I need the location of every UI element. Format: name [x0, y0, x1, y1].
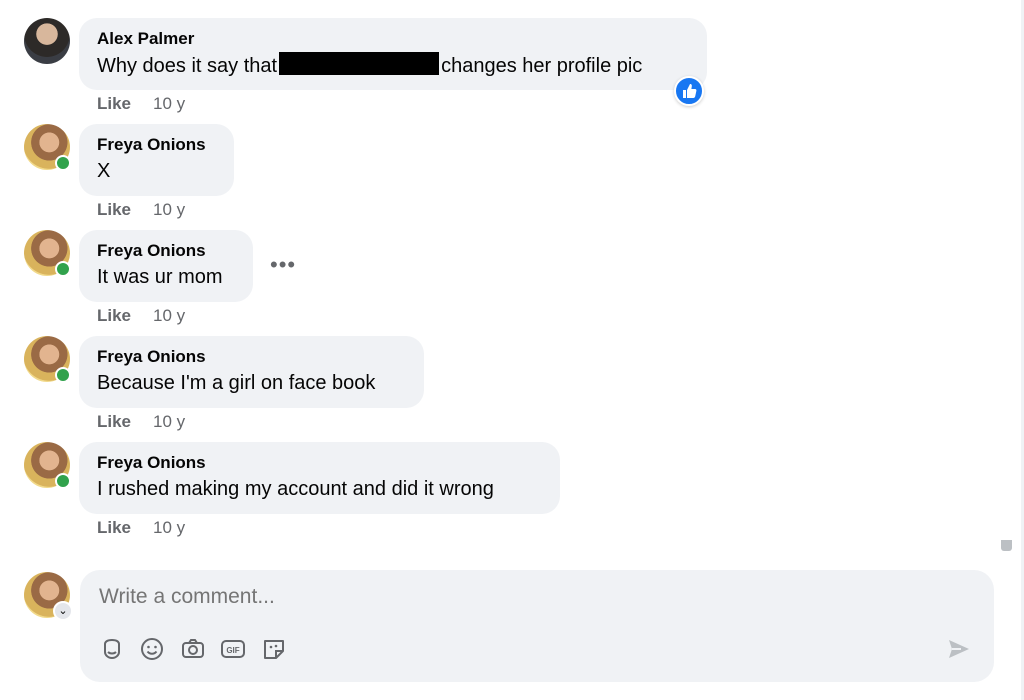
comment-item: Freya Onions It was ur mom ••• Like 10 y: [24, 230, 924, 330]
online-status-dot: [55, 155, 71, 171]
like-link[interactable]: Like: [97, 306, 131, 325]
composer-avatar[interactable]: ⌄: [24, 572, 73, 621]
like-link[interactable]: Like: [97, 412, 131, 431]
avatar[interactable]: [24, 18, 70, 64]
comment-time[interactable]: 10 y: [153, 518, 185, 537]
camera-icon[interactable]: [180, 636, 206, 662]
comment-text: It was ur mom: [97, 266, 223, 288]
online-status-dot: [55, 261, 71, 277]
gif-label: GIF: [226, 646, 239, 655]
comment-item: Freya Onions Because I'm a girl on face …: [24, 336, 924, 436]
comment-text-after: changes her profile pic: [441, 55, 643, 77]
like-reaction-badge[interactable]: [674, 76, 704, 106]
emoji-icon[interactable]: [139, 636, 165, 662]
like-link[interactable]: Like: [97, 518, 131, 537]
comment-author[interactable]: Freya Onions: [97, 134, 216, 156]
comment-time[interactable]: 10 y: [153, 94, 185, 113]
comment-bubble: Alex Palmer Why does it say that changes …: [79, 18, 707, 90]
comment-item: Alex Palmer Why does it say that changes …: [24, 18, 924, 118]
like-link[interactable]: Like: [97, 200, 131, 219]
gif-icon[interactable]: GIF: [220, 636, 246, 662]
comment-meta: Like 10 y: [97, 306, 185, 326]
online-status-dot: [55, 367, 71, 383]
sticker-icon[interactable]: [99, 636, 125, 662]
like-link[interactable]: Like: [97, 94, 131, 113]
comment-text: X: [97, 160, 111, 182]
comment-author[interactable]: Freya Onions: [97, 240, 235, 262]
comment-time[interactable]: 10 y: [153, 306, 185, 325]
comment-bubble: Freya Onions It was ur mom: [79, 230, 253, 302]
comment-text: Why does it say that changes her profile …: [97, 52, 689, 79]
redaction-bar: [279, 52, 440, 75]
comment-item: Freya Onions I rushed making my account …: [24, 442, 924, 542]
comment-meta: Like 10 y: [97, 200, 185, 220]
online-status-dot: [55, 473, 71, 489]
comment-meta: Like 10 y: [97, 94, 185, 114]
comment-input[interactable]: [97, 584, 901, 610]
comment-meta: Like 10 y: [97, 412, 185, 432]
comment-bubble: Freya Onions X: [79, 124, 234, 196]
comment-composer: [80, 570, 994, 682]
comment-text-before: Why does it say that: [97, 55, 278, 77]
thumbs-up-icon: [683, 84, 697, 98]
comment-item: Freya Onions X Like 10 y: [24, 124, 924, 224]
avatar-sticker-icon[interactable]: [261, 636, 287, 662]
comment-time[interactable]: 10 y: [153, 200, 185, 219]
comment-text: I rushed making my account and did it wr…: [97, 478, 494, 500]
comment-author[interactable]: Freya Onions: [97, 346, 406, 368]
comment-bubble: Freya Onions I rushed making my account …: [79, 442, 560, 514]
comment-author[interactable]: Freya Onions: [97, 452, 542, 474]
more-options-icon[interactable]: •••: [270, 254, 296, 276]
comment-bubble: Freya Onions Because I'm a girl on face …: [79, 336, 424, 408]
chevron-down-icon[interactable]: ⌄: [53, 601, 73, 621]
comment-time[interactable]: 10 y: [153, 412, 185, 431]
scrollbar-thumb[interactable]: [1001, 540, 1012, 551]
send-icon[interactable]: [946, 636, 972, 662]
comment-text: Because I'm a girl on face book: [97, 372, 376, 394]
comment-meta: Like 10 y: [97, 518, 185, 538]
comment-author[interactable]: Alex Palmer: [97, 28, 689, 50]
